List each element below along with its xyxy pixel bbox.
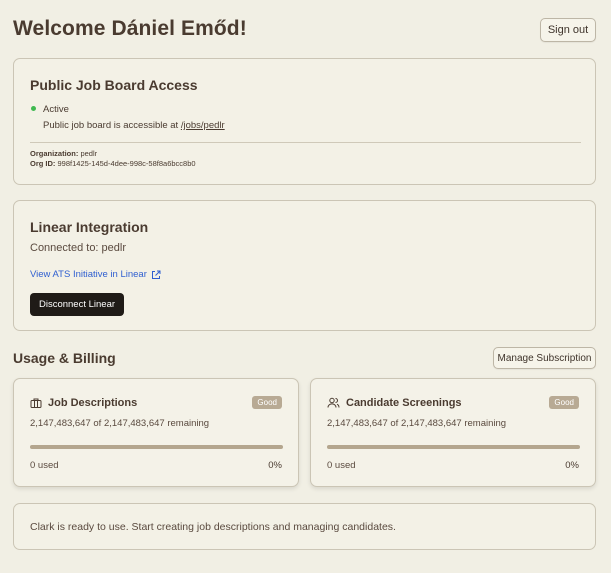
linear-integration-title: Linear Integration — [30, 219, 149, 235]
active-status-dot — [31, 106, 36, 111]
public-job-board-title: Public Job Board Access — [30, 77, 198, 93]
candidate-screenings-title: Candidate Screenings — [346, 397, 462, 409]
job-descriptions-used: 0 used — [30, 460, 59, 471]
org-id-value: 998f1425-145d-4dee-998c-58f8a6bcc8b0 — [57, 159, 196, 168]
candidate-screenings-card: Candidate Screenings Good 2,147,483,647 … — [310, 378, 596, 487]
status-message: Clark is ready to use. Start creating jo… — [30, 521, 396, 533]
users-icon — [327, 397, 340, 409]
organization-value: pedlr — [80, 149, 98, 158]
manage-subscription-button[interactable]: Manage Subscription — [493, 347, 596, 369]
page-title: Welcome Dániel Emőd! — [13, 17, 247, 40]
job-descriptions-status-badge: Good — [252, 396, 282, 409]
job-descriptions-title: Job Descriptions — [48, 397, 138, 409]
candidate-screenings-header: Candidate Screenings — [327, 397, 462, 409]
candidate-screenings-percent: 0% — [565, 460, 579, 471]
public-board-description-text: Public job board is accessible at — [43, 120, 181, 131]
job-descriptions-card: Job Descriptions Good 2,147,483,647 of 2… — [13, 378, 299, 487]
job-descriptions-remaining: 2,147,483,647 of 2,147,483,647 remaining — [30, 418, 210, 429]
organization-info: Organization: pedlr — [30, 149, 97, 158]
candidate-screenings-progress-bar — [327, 445, 580, 449]
view-ats-initiative-link[interactable]: View ATS Initiative in Linear — [30, 269, 161, 280]
org-id-label: Org ID: — [30, 159, 56, 168]
candidate-screenings-status-badge: Good — [549, 396, 579, 409]
org-id-info: Org ID: 998f1425-145d-4dee-998c-58f8a6bc… — [30, 159, 196, 168]
candidate-screenings-remaining: 2,147,483,647 of 2,147,483,647 remaining — [327, 418, 507, 429]
public-board-link[interactable]: /jobs/pedlr — [181, 120, 225, 131]
linear-integration-card: Linear Integration Connected to: pedlr V… — [13, 200, 596, 331]
sign-out-button[interactable]: Sign out — [540, 18, 596, 42]
status-message-card: Clark is ready to use. Start creating jo… — [13, 503, 596, 550]
disconnect-linear-button[interactable]: Disconnect Linear — [30, 293, 124, 316]
job-descriptions-progress-bar — [30, 445, 283, 449]
linear-connected-text: Connected to: pedlr — [30, 242, 127, 254]
public-job-board-card: Public Job Board Access Active Public jo… — [13, 58, 596, 185]
external-link-icon — [151, 270, 161, 280]
view-ats-initiative-label: View ATS Initiative in Linear — [30, 269, 147, 280]
organization-label: Organization: — [30, 149, 79, 158]
public-board-description: Public job board is accessible at /jobs/… — [43, 120, 225, 131]
job-descriptions-header: Job Descriptions — [30, 397, 137, 409]
active-status-label: Active — [43, 104, 69, 115]
job-descriptions-percent: 0% — [268, 460, 282, 471]
candidate-screenings-used: 0 used — [327, 460, 356, 471]
divider — [30, 142, 581, 143]
briefcase-icon — [30, 397, 42, 409]
usage-billing-title: Usage & Billing — [13, 350, 116, 366]
